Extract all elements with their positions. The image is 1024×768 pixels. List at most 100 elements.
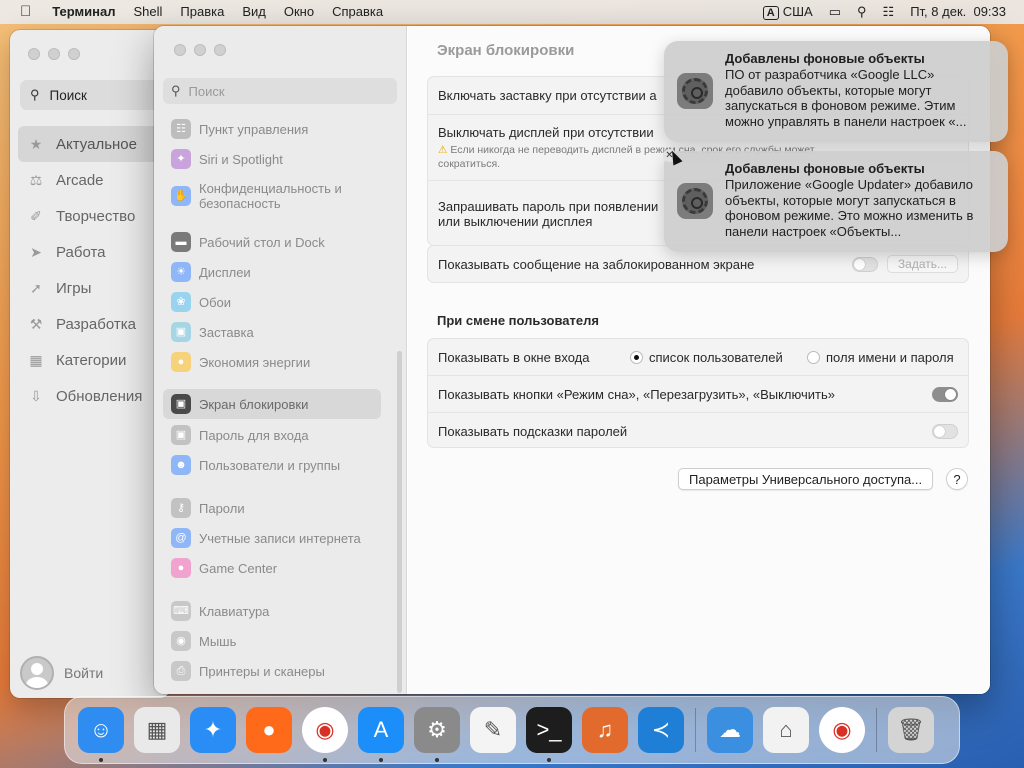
gear-icon [682,78,708,104]
set-message-button[interactable]: Задать... [886,255,958,273]
paperplane-icon: ➤ [30,243,42,260]
as-nav-arcade[interactable]: ⚖ Arcade [18,162,170,198]
as-nav-create[interactable]: ✐ Творчество [18,198,170,234]
sidebar-item-passwords[interactable]: ⚷ Пароли [163,497,381,519]
as-nav-label: Разработка [56,315,136,333]
safari-icon[interactable]: ✦ [190,707,236,753]
spotlight-search-icon[interactable]: ⚲ [849,0,875,24]
as-nav-discover[interactable]: ★ Актуальное [18,126,170,162]
menu-help[interactable]: Справка [323,0,392,24]
as-nav-updates[interactable]: ⇩ Обновления [18,378,170,414]
system-settings-icon[interactable]: ⚙ [414,707,460,762]
app-store-icon[interactable]: A [358,707,404,762]
sidebar-item-label: Заставка [199,324,254,340]
screen-mirroring-icon[interactable]: ▭ [821,0,849,24]
sidebar-item-mouse[interactable]: ◉ Мышь [163,630,381,652]
app-store-search-field[interactable]: ⚲ Поиск [20,80,170,110]
garageband-icon[interactable]: ♫ [582,707,628,753]
settings-search-field[interactable]: ⚲ Поиск [163,78,397,104]
sidebar-item-users-groups[interactable]: ☻ Пользователи и группы [163,454,381,476]
show-power-buttons-toggle[interactable] [932,386,958,402]
sidebar-item-login-password[interactable]: ▣ Пароль для входа [163,424,381,446]
dock-icon: ▬ [171,232,191,252]
firefox-icon[interactable]: ● [246,707,292,753]
sidebar-item-wallpaper[interactable]: ❀ Обои [163,291,381,313]
radio-user-list[interactable]: список пользователей [630,350,783,365]
user-switch-group: Показывать в окне входа список пользоват… [427,338,969,448]
app-store-sign-in[interactable]: Войти [20,656,103,690]
notification-background-items-2[interactable]: Добавлены фоновые объекты Приложение «Go… [664,151,1008,252]
textedit-icon[interactable]: ✎ [470,707,516,753]
menu-clock[interactable]: Пт, 8 дек. 09:33 [902,0,1014,24]
row-label: Показывать подсказки паролей [438,423,628,439]
row-show-password-hints: Показывать подсказки паролей [428,413,968,449]
siri-icon: ✦ [171,149,191,169]
sidebar-item-displays[interactable]: ☀ Дисплеи [163,261,381,283]
apple-menu-icon[interactable]:  [0,0,43,24]
weather-icon[interactable]: ☁ [707,707,753,753]
zoom-window-button[interactable] [68,48,80,60]
notification-background-items-1[interactable]: Добавлены фоновые объекты ПО от разработ… [664,41,1008,142]
row-login-window: Показывать в окне входа список пользоват… [428,339,968,376]
sidebar-item-keyboard[interactable]: ⌨ Клавиатура [163,600,381,622]
search-icon: ⚲ [171,83,181,98]
sidebar-item-game-center[interactable]: ● Game Center [163,557,381,579]
keyboard-icon: ⌨ [171,601,191,621]
sidebar-item-label: Конфиденциальность и безопасность [199,181,342,211]
menu-bar:  Терминал Shell Правка Вид Окно Справка… [0,0,1024,24]
sidebar-item-screensaver[interactable]: ▣ Заставка [163,321,381,343]
accessibility-options-button[interactable]: Параметры Универсального доступа... [678,468,934,490]
as-nav-work[interactable]: ➤ Работа [18,234,170,270]
as-nav-categories[interactable]: ▦ Категории [18,342,170,378]
show-message-toggle[interactable] [852,256,878,272]
chrome-app-icon[interactable]: ◉ [819,707,865,753]
sidebar-item-label: Рабочий стол и Dock [199,234,325,250]
trash-icon[interactable]: 🗑 [888,707,934,753]
control-center-icon: ☷ [171,119,191,139]
minimize-window-button[interactable] [48,48,60,60]
sidebar-item-printers[interactable]: ⎙ Принтеры и сканеры [163,660,381,682]
row-label-line2: или выключении дисплея [438,214,593,229]
sidebar-item-control-center[interactable]: ☷ Пункт управления [163,118,381,140]
sidebar-item-siri[interactable]: ✦ Siri и Spotlight [163,148,381,170]
dock-separator [695,708,696,752]
row-show-power-buttons: Показывать кнопки «Режим сна», «Перезагр… [428,376,968,413]
sidebar-item-label: Экран блокировки [199,396,309,412]
sidebar-item-lock-screen[interactable]: ▣ Экран блокировки [163,389,381,419]
show-password-hints-toggle[interactable] [932,423,958,439]
menu-view[interactable]: Вид [233,0,275,24]
minimize-window-button[interactable] [194,44,206,56]
radio-name-password[interactable]: поля имени и пароля [807,350,954,365]
vscode-icon[interactable]: ≺ [638,707,684,753]
preview-icon[interactable]: ⌂ [763,707,809,753]
control-center-icon[interactable]: ☷ [875,0,903,24]
sidebar-item-internet-accounts[interactable]: @ Учетные записи интернета [163,527,381,549]
close-window-button[interactable] [174,44,186,56]
finder-icon[interactable]: ☺ [78,707,124,762]
avatar-icon [20,656,54,690]
sidebar-item-desktop-dock[interactable]: ▬ Рабочий стол и Dock [163,231,381,253]
menu-shell[interactable]: Shell [125,0,172,24]
terminal-icon[interactable]: >_ [526,707,572,762]
input-source-menu[interactable]: A США [755,0,821,24]
notification-title: Добавлены фоновые объекты [725,161,925,176]
as-nav-develop[interactable]: ⚒ Разработка [18,306,170,342]
close-window-button[interactable] [28,48,40,60]
sidebar-item-label: Учетные записи интернета [199,530,361,546]
menu-app-name[interactable]: Терминал [43,0,124,24]
row-label: Показывать в окне входа [438,349,590,365]
menu-edit[interactable]: Правка [171,0,233,24]
chrome-icon[interactable]: ◉ [302,707,348,762]
sidebar-item-energy[interactable]: ● Экономия энергии [163,351,381,373]
wallpaper-icon: ❀ [171,292,191,312]
as-nav-games[interactable]: ➚ Игры [18,270,170,306]
sidebar-item-privacy[interactable]: ✋ Конфиденциальность и безопасность [163,178,381,214]
menu-window[interactable]: Окно [275,0,323,24]
settings-sidebar: ⚲ Поиск ☷ Пункт управления ✦ Siri и Spotli… [154,26,407,694]
sidebar-scrollbar[interactable] [397,351,402,693]
help-button[interactable]: ? [946,468,968,490]
star-icon: ★ [29,135,43,152]
sidebar-item-label: Обои [199,294,232,310]
zoom-window-button[interactable] [214,44,226,56]
launchpad-icon[interactable]: ▦ [134,707,180,753]
